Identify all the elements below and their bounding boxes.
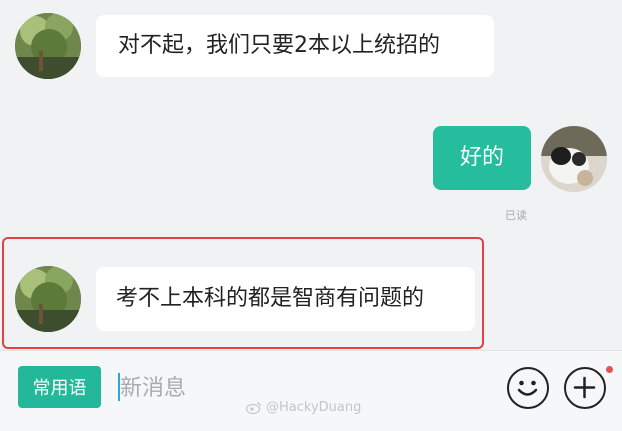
weibo-icon	[246, 402, 262, 414]
my-message-bubble: 好的	[433, 126, 531, 190]
read-receipt: 已读	[505, 209, 527, 222]
emoji-button[interactable]	[507, 367, 549, 409]
add-button[interactable]	[564, 367, 606, 409]
contact-avatar[interactable]	[15, 13, 81, 79]
contact-avatar[interactable]	[15, 266, 81, 332]
watermark: @HackyDuang	[246, 400, 361, 415]
watermark-text: @HackyDuang	[266, 400, 362, 415]
notification-dot	[606, 366, 613, 373]
smiley-face-icon	[517, 380, 538, 396]
message-text: 考不上本科的都是智商有问题的	[116, 286, 425, 311]
message-text: 好的	[459, 145, 504, 170]
quick-phrases-button[interactable]: 常用语	[18, 366, 101, 408]
message-bubble: 考不上本科的都是智商有问题的	[96, 267, 475, 331]
plus-circle-icon	[573, 376, 596, 399]
quick-phrases-label: 常用语	[32, 378, 87, 399]
message-bubble: 对不起，我们只要2本以上统招的	[96, 15, 494, 77]
composer-bar: 常用语	[0, 350, 622, 431]
my-avatar[interactable]	[541, 126, 607, 192]
message-text: 对不起，我们只要2本以上统招的	[118, 33, 440, 58]
